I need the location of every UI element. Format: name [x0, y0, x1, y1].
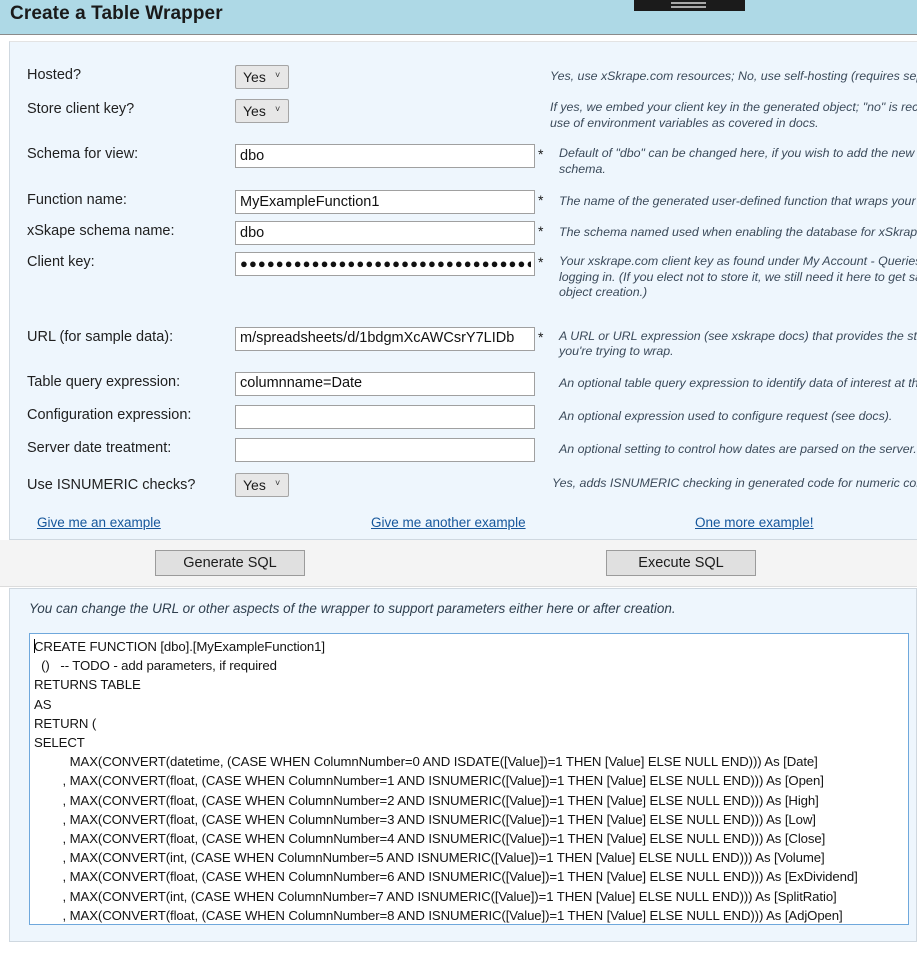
control-function-name: * — [235, 190, 547, 214]
sql-textarea[interactable]: CREATE FUNCTION [dbo].[MyExampleFunction… — [29, 633, 909, 925]
wrapper-form-panel: Hosted? Yes No ˅ Yes, use xSkrape.com re… — [9, 41, 917, 540]
form-row-client-key: Client key: * Your xskrape.com client ke… — [10, 252, 917, 301]
label-configuration-expression: Configuration expression: — [27, 406, 192, 423]
control-schema-for-view: * — [235, 144, 547, 168]
control-table-query-expression — [235, 371, 547, 396]
form-row-function-name: Function name: * The name of the generat… — [10, 190, 917, 214]
sql-code-text: CREATE FUNCTION [dbo].[MyExampleFunction… — [34, 639, 858, 923]
hosted-select-wrap: Yes No ˅ — [235, 65, 289, 89]
control-store-client-key: Yes No ˅ — [235, 99, 547, 123]
required-marker: * — [538, 254, 544, 270]
form-row-url: URL (for sample data): * A URL or URL ex… — [10, 326, 917, 360]
label-schema-for-view: Schema for view: — [27, 146, 139, 162]
control-url: * — [235, 326, 547, 351]
control-xskape-schema-name: * — [235, 221, 547, 245]
text-caret — [34, 639, 35, 653]
form-row-use-isnumeric-checks: Use ISNUMERIC checks? Yes No ˅ Yes, adds… — [10, 472, 917, 497]
control-hosted: Yes No ˅ — [235, 65, 547, 89]
form-rows: Hosted? Yes No ˅ Yes, use xSkrape.com re… — [10, 42, 917, 539]
hint-configuration-expression: An optional expression used to configure… — [559, 408, 893, 423]
label-server-date-treatment: Server date treatment: — [27, 439, 172, 456]
table-query-expression-input[interactable] — [235, 371, 535, 396]
hint-hosted: Yes, use xSkrape.com resources; No, use … — [550, 69, 917, 83]
label-function-name: Function name: — [27, 192, 127, 208]
generate-sql-button[interactable]: Generate SQL — [155, 550, 305, 576]
hint-server-date-treatment: An optional setting to control how dates… — [559, 441, 917, 456]
label-client-key: Client key: — [27, 254, 95, 270]
form-row-configuration-expression: Configuration expression: An optional ex… — [10, 404, 917, 429]
hint-use-isnumeric-checks: Yes, adds ISNUMERIC checking in generate… — [552, 475, 917, 490]
sql-output-panel: You can change the URL or other aspects … — [9, 588, 917, 942]
label-table-query-expression: Table query expression: — [27, 373, 181, 390]
server-date-treatment-input[interactable] — [235, 437, 535, 462]
hint-client-key: Your xskrape.com client key as found und… — [559, 254, 917, 299]
form-row-store-client-key: Store client key? Yes No ˅ If yes, we em… — [10, 99, 917, 131]
schema-for-view-input[interactable] — [235, 144, 535, 168]
hint-store-client-key: If yes, we embed your client key in the … — [550, 100, 917, 130]
form-row-server-date-treatment: Server date treatment: An optional setti… — [10, 437, 917, 462]
control-configuration-expression — [235, 404, 547, 429]
control-client-key: * — [235, 252, 547, 276]
form-row-hosted: Hosted? Yes No ˅ Yes, use xSkrape.com re… — [10, 65, 917, 89]
action-button-bar: Generate SQL Execute SQL — [0, 540, 917, 587]
label-store-client-key: Store client key? — [27, 101, 135, 117]
form-row-xskape-schema-name: xSkape schema name: * The schema named u… — [10, 221, 917, 245]
example-links: Give me an example Give me another examp… — [10, 515, 917, 535]
store-client-key-select[interactable]: Yes No — [235, 99, 289, 123]
sql-panel-note: You can change the URL or other aspects … — [29, 601, 676, 616]
hint-url: A URL or URL expression (see xskrape doc… — [559, 328, 917, 359]
hint-function-name: The name of the generated user-defined f… — [559, 194, 916, 208]
footer-strip — [0, 942, 917, 954]
give-me-another-example-link[interactable]: Give me another example — [371, 515, 526, 530]
client-key-input[interactable] — [235, 252, 535, 276]
function-name-input[interactable] — [235, 190, 535, 214]
xskape-schema-name-input[interactable] — [235, 221, 535, 245]
use-isnumeric-checks-select-wrap: Yes No ˅ — [235, 472, 289, 497]
hint-xskape-schema-name: The schema named used when enabling the … — [559, 225, 917, 239]
control-server-date-treatment — [235, 437, 547, 462]
give-me-an-example-link[interactable]: Give me an example — [37, 515, 161, 530]
configuration-expression-input[interactable] — [235, 404, 535, 429]
control-use-isnumeric-checks: Yes No ˅ — [235, 472, 547, 497]
label-use-isnumeric-checks: Use ISNUMERIC checks? — [27, 476, 196, 493]
use-isnumeric-checks-select[interactable]: Yes No — [235, 472, 289, 497]
label-hosted: Hosted? — [27, 67, 82, 83]
table-wrapper-app: Create a Table Wrapper Hosted? Yes No ˅ — [0, 0, 917, 954]
label-url: URL (for sample data): — [27, 328, 174, 345]
form-row-schema-for-view: Schema for view: * Default of "dbo" can … — [10, 144, 917, 177]
label-xskape-schema-name: xSkape schema name: — [27, 223, 175, 239]
required-marker: * — [538, 328, 544, 345]
overlay-chip-bar-bottom — [671, 6, 706, 8]
overlay-tooltip-chip — [634, 0, 745, 11]
hint-schema-for-view: Default of "dbo" can be changed here, if… — [559, 146, 915, 176]
one-more-example-link[interactable]: One more example! — [695, 515, 814, 530]
overlay-chip-bar-top — [671, 2, 706, 4]
page-title: Create a Table Wrapper — [10, 3, 223, 24]
execute-sql-button[interactable]: Execute SQL — [606, 550, 756, 576]
required-marker: * — [538, 223, 544, 239]
hint-table-query-expression: An optional table query expression to id… — [559, 375, 917, 390]
store-client-key-select-wrap: Yes No ˅ — [235, 99, 289, 123]
url-input[interactable] — [235, 326, 535, 351]
required-marker: * — [538, 146, 544, 162]
hosted-select[interactable]: Yes No — [235, 65, 289, 89]
page-header: Create a Table Wrapper — [0, 0, 917, 35]
required-marker: * — [538, 192, 544, 208]
form-row-table-query-expression: Table query expression: An optional tabl… — [10, 371, 917, 396]
